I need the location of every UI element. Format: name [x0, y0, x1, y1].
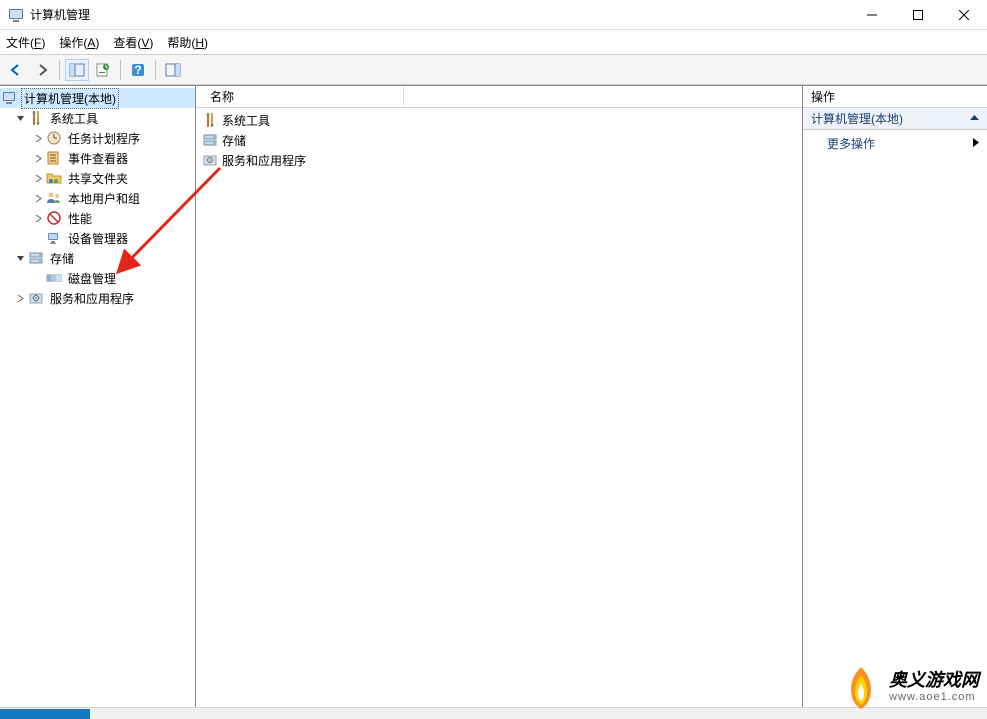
chevron-down-icon[interactable] — [14, 112, 26, 124]
tree-label: 计算机管理(本地) — [22, 89, 118, 108]
submenu-arrow-icon — [973, 136, 979, 150]
storage-icon — [202, 132, 218, 148]
chevron-right-icon[interactable] — [32, 172, 44, 184]
tree-services-apps[interactable]: 服务和应用程序 — [0, 288, 195, 308]
device-manager-icon — [46, 230, 62, 246]
system-tools-icon — [28, 110, 44, 126]
properties-button[interactable] — [91, 59, 115, 81]
list-item-label: 系统工具 — [222, 112, 270, 129]
show-hide-tree-button[interactable] — [65, 59, 89, 81]
chevron-right-icon[interactable] — [14, 292, 26, 304]
tree-pane[interactable]: 计算机管理(本地) 系统工具 任务计划程序 事件查看器 共享文件夹 本地用户和组 — [0, 86, 196, 707]
collapse-icon — [970, 112, 979, 126]
list-body[interactable]: 系统工具 存储 服务和应用程序 — [196, 108, 802, 707]
expander-blank — [32, 272, 44, 284]
list-header[interactable]: 名称 — [196, 86, 802, 108]
tree-system-tools[interactable]: 系统工具 — [0, 108, 195, 128]
chevron-right-icon[interactable] — [32, 212, 44, 224]
app-icon — [8, 7, 24, 23]
list-item[interactable]: 系统工具 — [196, 110, 802, 130]
watermark-title: 奥义游戏网 — [889, 671, 979, 691]
action-group[interactable]: 计算机管理(本地) — [803, 108, 987, 130]
toolbar-separator — [59, 60, 60, 80]
list-item-label: 服务和应用程序 — [222, 152, 306, 169]
services-apps-icon — [202, 152, 218, 168]
tree-performance[interactable]: 性能 — [0, 208, 195, 228]
tree-root[interactable]: 计算机管理(本地) — [0, 88, 195, 108]
tree-label: 设备管理器 — [66, 229, 130, 248]
tree-label: 服务和应用程序 — [48, 289, 136, 308]
menubar: 文件(F) 操作(A) 查看(V) 帮助(H) — [0, 30, 987, 55]
event-viewer-icon — [46, 150, 62, 166]
actions-body: 计算机管理(本地) 更多操作 — [803, 108, 987, 707]
action-more[interactable]: 更多操作 — [803, 130, 987, 156]
chevron-right-icon[interactable] — [32, 132, 44, 144]
users-icon — [46, 190, 62, 206]
svg-text:?: ? — [134, 63, 141, 77]
tree-disk-management[interactable]: 磁盘管理 — [0, 268, 195, 288]
tree-label: 磁盘管理 — [66, 269, 118, 288]
tree-storage[interactable]: 存储 — [0, 248, 195, 268]
tree-label: 性能 — [66, 209, 94, 228]
system-tools-icon — [202, 112, 218, 128]
list-item[interactable]: 存储 — [196, 130, 802, 150]
main-content: 计算机管理(本地) 系统工具 任务计划程序 事件查看器 共享文件夹 本地用户和组 — [0, 85, 987, 707]
list-item[interactable]: 服务和应用程序 — [196, 150, 802, 170]
list-pane: 名称 系统工具 存储 服务和应用程序 — [196, 86, 803, 707]
tree-label: 存储 — [48, 249, 76, 268]
tree-device-manager[interactable]: 设备管理器 — [0, 228, 195, 248]
actions-pane: 操作 计算机管理(本地) 更多操作 — [803, 86, 987, 707]
chevron-right-icon[interactable] — [32, 192, 44, 204]
tree-shared-folders[interactable]: 共享文件夹 — [0, 168, 195, 188]
storage-icon — [28, 250, 44, 266]
window-title: 计算机管理 — [30, 6, 90, 23]
titlebar: 计算机管理 — [0, 0, 987, 30]
tree-label: 系统工具 — [48, 109, 100, 128]
watermark-url: www.aoe1.com — [889, 691, 979, 703]
column-header-name[interactable]: 名称 — [204, 86, 404, 107]
tree-event-viewer[interactable]: 事件查看器 — [0, 148, 195, 168]
tree-label: 事件查看器 — [66, 149, 130, 168]
tree-task-scheduler[interactable]: 任务计划程序 — [0, 128, 195, 148]
services-apps-icon — [28, 290, 44, 306]
watermark: 奥义游戏网 www.aoe1.com — [837, 663, 979, 711]
expander-blank — [32, 232, 44, 244]
menu-action[interactable]: 操作(A) — [59, 34, 99, 51]
tree-local-users[interactable]: 本地用户和组 — [0, 188, 195, 208]
disk-management-icon — [46, 270, 62, 286]
chevron-right-icon[interactable] — [32, 152, 44, 164]
action-group-title: 计算机管理(本地) — [811, 110, 903, 127]
list-item-label: 存储 — [222, 132, 246, 149]
watermark-flame-icon — [837, 663, 885, 711]
close-button[interactable] — [941, 0, 987, 30]
window-controls — [849, 0, 987, 30]
tree-label: 本地用户和组 — [66, 189, 142, 208]
toolbar: ? — [0, 55, 987, 85]
computer-management-icon — [2, 90, 18, 106]
chevron-down-icon[interactable] — [14, 252, 26, 264]
forward-button[interactable] — [30, 59, 54, 81]
back-button[interactable] — [4, 59, 28, 81]
toolbar-separator — [155, 60, 156, 80]
clock-icon — [46, 130, 62, 146]
shared-folder-icon — [46, 170, 62, 186]
show-hide-action-button[interactable] — [161, 59, 185, 81]
performance-icon — [46, 210, 62, 226]
menu-view[interactable]: 查看(V) — [113, 34, 153, 51]
help-button[interactable]: ? — [126, 59, 150, 81]
taskbar-sliver — [0, 709, 90, 719]
minimize-button[interactable] — [849, 0, 895, 30]
menu-file[interactable]: 文件(F) — [6, 34, 45, 51]
tree-label: 共享文件夹 — [66, 169, 130, 188]
maximize-button[interactable] — [895, 0, 941, 30]
action-item-label: 更多操作 — [827, 135, 875, 152]
tree-label: 任务计划程序 — [66, 129, 142, 148]
toolbar-separator — [120, 60, 121, 80]
menu-help[interactable]: 帮助(H) — [167, 34, 208, 51]
actions-header: 操作 — [803, 86, 987, 108]
titlebar-left: 计算机管理 — [0, 6, 90, 23]
